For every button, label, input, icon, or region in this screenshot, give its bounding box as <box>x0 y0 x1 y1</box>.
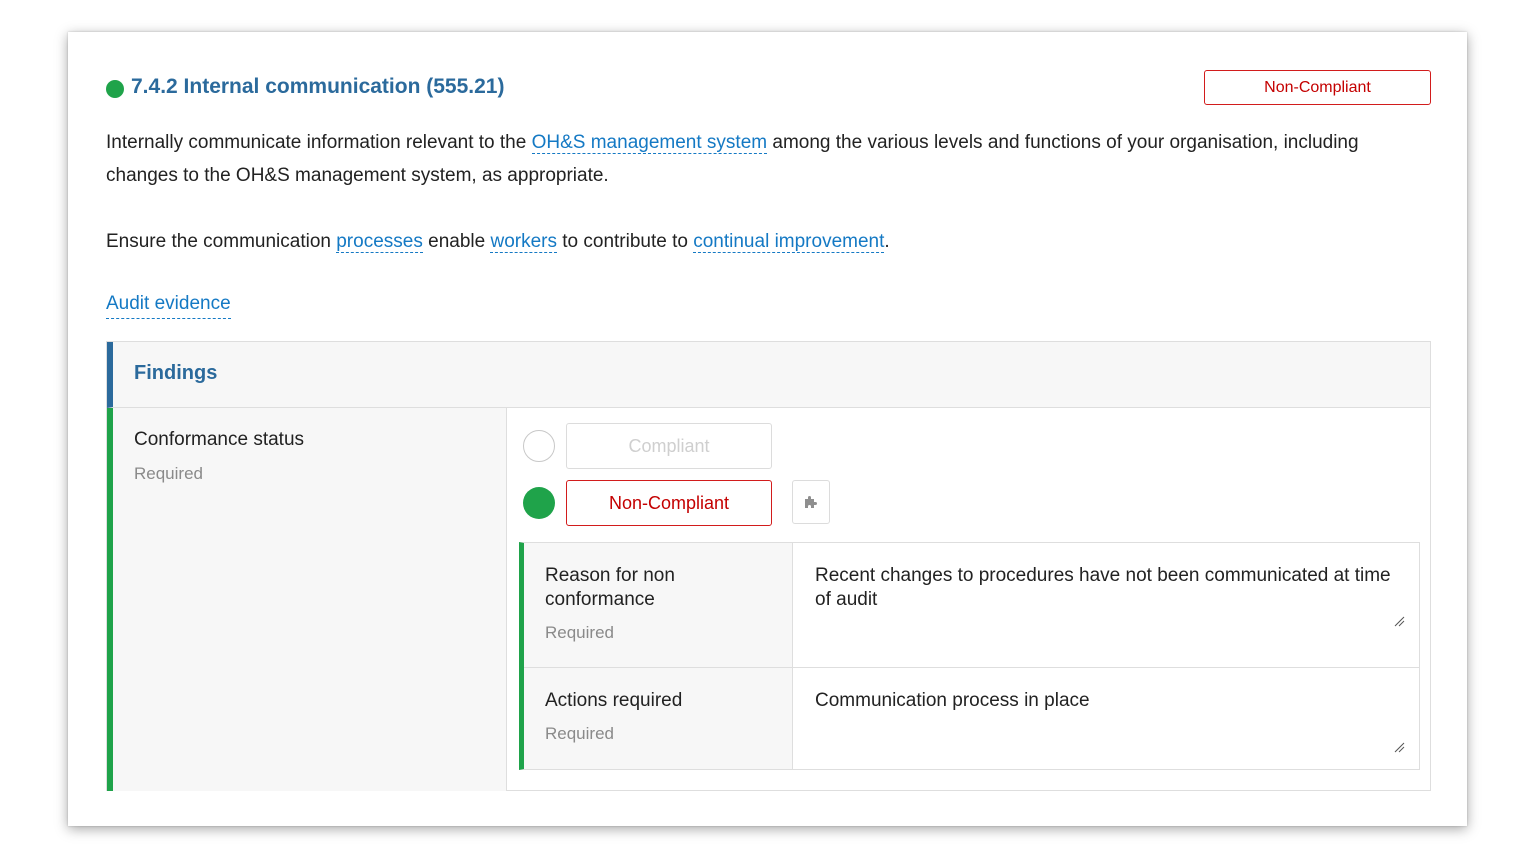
radio-compliant[interactable] <box>523 430 555 462</box>
description-text: to contribute to <box>556 231 694 252</box>
required-label: Required <box>545 623 614 642</box>
findings-header: Findings <box>107 342 1430 408</box>
conformance-status-label: Conformance status <box>134 429 305 450</box>
section-header: 7.4.2 Internal communication (555.21) No… <box>106 70 1431 108</box>
term-link-processes[interactable]: processes <box>336 231 423 253</box>
term-link-ohs-management-system[interactable]: OH&S management system <box>531 132 768 154</box>
actions-label: Actions required <box>545 690 683 711</box>
reason-label: Reason for non conformance <box>545 565 675 610</box>
reason-label-cell: Reason for non conformance Required <box>524 543 793 667</box>
required-label: Required <box>134 464 203 483</box>
findings-body: Conformance status Required Compliant No… <box>107 408 1430 791</box>
compliant-button[interactable]: Compliant <box>566 423 772 469</box>
actions-row: Actions required Required Communication … <box>524 668 1419 769</box>
required-label: Required <box>545 724 614 743</box>
reason-row: Reason for non conformance Required Rece… <box>524 543 1419 668</box>
audit-evidence-link[interactable]: Audit evidence <box>106 290 231 319</box>
findings-title: Findings <box>134 362 218 384</box>
addon-button[interactable] <box>792 480 830 524</box>
reason-value[interactable]: Recent changes to procedures have not be… <box>815 564 1405 612</box>
status-badge: Non-Compliant <box>1204 70 1431 105</box>
term-link-workers[interactable]: workers <box>490 231 557 253</box>
actions-textarea[interactable]: Communication process in place <box>793 668 1419 769</box>
radio-non-compliant[interactable] <box>523 487 555 519</box>
description-text: . <box>884 231 890 252</box>
actions-label-cell: Actions required Required <box>524 668 793 769</box>
term-link-continual-improvement[interactable]: continual improvement <box>693 231 885 253</box>
requirement-card: 7.4.2 Internal communication (555.21) No… <box>68 32 1467 826</box>
non-compliant-button[interactable]: Non-Compliant <box>566 480 772 526</box>
description-text: Ensure the communication <box>106 231 337 252</box>
description-text: Internally communicate information relev… <box>106 132 532 153</box>
status-dot-icon <box>106 80 124 98</box>
resize-handle-icon[interactable] <box>1394 616 1405 627</box>
requirement-description: Internally communicate information relev… <box>106 126 1431 258</box>
reason-textarea[interactable]: Recent changes to procedures have not be… <box>793 543 1419 667</box>
actions-value[interactable]: Communication process in place <box>815 689 1405 713</box>
puzzle-icon <box>805 496 817 508</box>
description-paragraph-2: Ensure the communication processes enabl… <box>106 225 1431 258</box>
description-text: enable <box>422 231 491 252</box>
conformance-label-cell: Conformance status Required <box>107 408 507 791</box>
resize-handle-icon[interactable] <box>1394 742 1405 753</box>
non-conformance-details: Reason for non conformance Required Rece… <box>519 542 1420 770</box>
section-title: 7.4.2 Internal communication (555.21) <box>131 75 505 98</box>
description-paragraph-1: Internally communicate information relev… <box>106 126 1431 192</box>
findings-panel: Findings Conformance status Required Com… <box>106 341 1431 791</box>
